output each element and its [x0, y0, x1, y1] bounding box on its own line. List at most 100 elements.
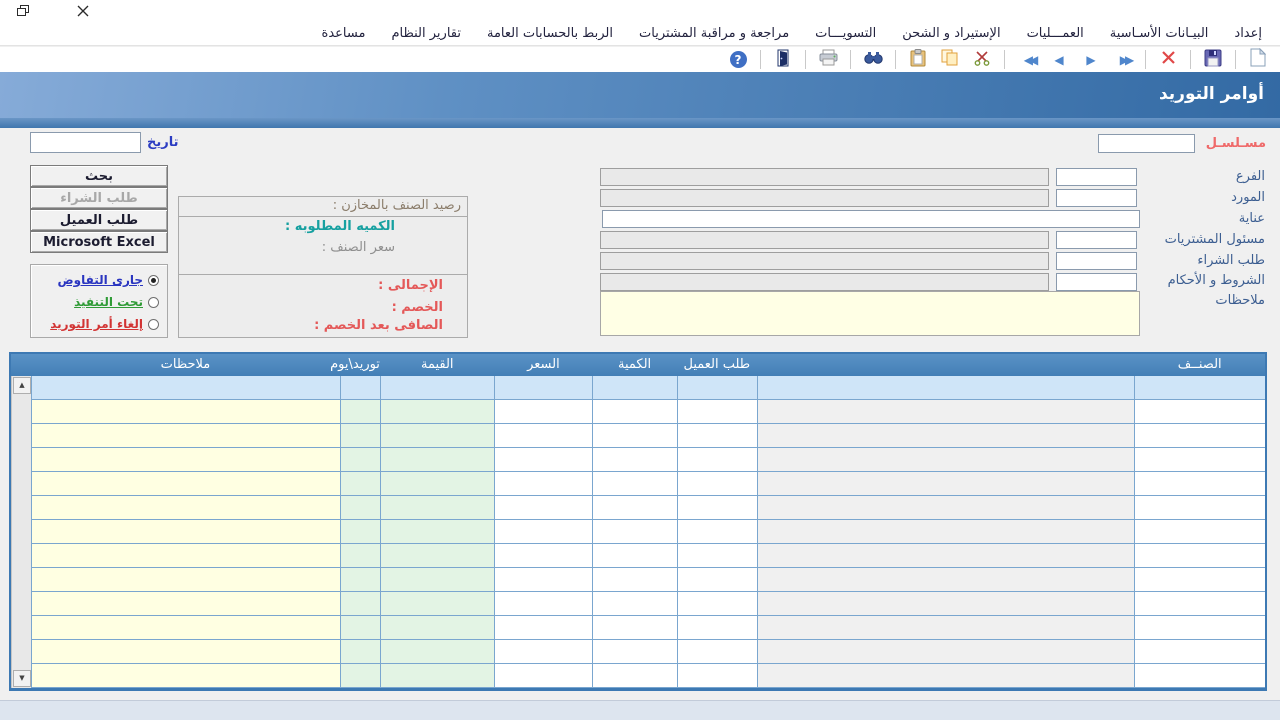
grid-cell-creq[interactable]: [677, 400, 757, 424]
menu-item-system-reports[interactable]: تقارير النظام: [391, 26, 461, 41]
grid-cell-qty[interactable]: [592, 496, 677, 520]
grid-row[interactable]: [31, 544, 1265, 568]
column-header-item[interactable]: الصنــف: [1134, 354, 1265, 376]
column-header-price[interactable]: السعر: [495, 354, 593, 376]
grid-cell-desc[interactable]: [757, 376, 1135, 400]
grid-cell-creq[interactable]: [677, 592, 757, 616]
grid-cell-price[interactable]: [494, 544, 592, 568]
grid-cell-price[interactable]: [494, 496, 592, 520]
grid-cell-supply[interactable]: [340, 592, 380, 616]
grid-cell-desc[interactable]: [757, 472, 1135, 496]
grid-cell-value[interactable]: [380, 400, 495, 424]
grid-row[interactable]: [31, 568, 1265, 592]
grid-cell-supply[interactable]: [340, 424, 380, 448]
grid-cell-item[interactable]: [1134, 568, 1265, 592]
grid-cell-creq[interactable]: [677, 640, 757, 664]
grid-cell-value[interactable]: [380, 520, 495, 544]
column-header-notes[interactable]: ملاحظات: [31, 354, 340, 376]
grid-row[interactable]: [31, 520, 1265, 544]
grid-cell-desc[interactable]: [757, 592, 1135, 616]
grid-row[interactable]: [31, 448, 1265, 472]
grid-cell-value[interactable]: [380, 424, 495, 448]
status-option-cancel-order[interactable]: إلغاء أمر التوريد: [50, 317, 159, 331]
grid-cell-qty[interactable]: [592, 544, 677, 568]
grid-row[interactable]: [31, 400, 1265, 424]
grid-cell-price[interactable]: [494, 424, 592, 448]
new-button[interactable]: [1244, 48, 1272, 71]
grid-cell-creq[interactable]: [677, 448, 757, 472]
grid-cell-supply[interactable]: [340, 472, 380, 496]
grid-cell-item[interactable]: [1134, 496, 1265, 520]
grid-cell-price[interactable]: [494, 400, 592, 424]
grid-cell-notes[interactable]: [31, 424, 340, 448]
grid-cell-qty[interactable]: [592, 448, 677, 472]
notes-textarea[interactable]: [600, 291, 1140, 336]
grid-row[interactable]: [31, 664, 1265, 688]
grid-cell-desc[interactable]: [757, 424, 1135, 448]
copy-button[interactable]: [936, 48, 964, 71]
paste-button[interactable]: [904, 48, 932, 71]
grid-cell-value[interactable]: [380, 376, 495, 400]
grid-cell-creq[interactable]: [677, 568, 757, 592]
grid-cell-notes[interactable]: [31, 520, 340, 544]
column-header-value[interactable]: القيمة: [380, 354, 495, 376]
menu-item-basic-data[interactable]: البيـانات الأسـاسية: [1110, 26, 1209, 41]
grid-cell-qty[interactable]: [592, 592, 677, 616]
menu-item-import-shipping[interactable]: الإستيراد و الشحن: [902, 26, 1000, 41]
radio-negotiating-icon[interactable]: [148, 275, 159, 286]
grid-cell-value[interactable]: [380, 496, 495, 520]
grid-cell-qty[interactable]: [592, 664, 677, 688]
grid-cell-notes[interactable]: [31, 376, 340, 400]
status-option-in-progress[interactable]: تحت التنفيذ: [74, 295, 159, 309]
grid-cell-supply[interactable]: [340, 496, 380, 520]
menu-item-settlements[interactable]: التسويـــات: [815, 26, 876, 41]
excel-export-button[interactable]: Microsoft Excel: [30, 231, 168, 253]
restore-button[interactable]: [14, 3, 32, 19]
grid-cell-notes[interactable]: [31, 400, 340, 424]
grid-cell-qty[interactable]: [592, 376, 677, 400]
grid-cell-desc[interactable]: [757, 544, 1135, 568]
grid-row[interactable]: [31, 616, 1265, 640]
grid-cell-supply[interactable]: [340, 376, 380, 400]
terms-code-input[interactable]: [1056, 273, 1137, 291]
grid-cell-value[interactable]: [380, 472, 495, 496]
scroll-up-button[interactable]: ▲: [13, 377, 31, 394]
grid-cell-price[interactable]: [494, 448, 592, 472]
grid-cell-creq[interactable]: [677, 664, 757, 688]
nav-previous-button[interactable]: ◀: [1045, 48, 1073, 71]
menu-item-help[interactable]: مساعدة: [322, 26, 366, 41]
exit-button[interactable]: [769, 48, 797, 71]
grid-cell-desc[interactable]: [757, 664, 1135, 688]
nav-next-button[interactable]: ▶: [1077, 48, 1105, 71]
scroll-down-button[interactable]: ▼: [13, 670, 31, 687]
grid-cell-supply[interactable]: [340, 640, 380, 664]
grid-cell-value[interactable]: [380, 448, 495, 472]
purchasing-officer-code-input[interactable]: [1056, 231, 1137, 249]
grid-row[interactable]: [31, 376, 1265, 400]
close-button[interactable]: [74, 3, 92, 19]
grid-cell-notes[interactable]: [31, 640, 340, 664]
grid-row[interactable]: [31, 592, 1265, 616]
radio-cancel-order-icon[interactable]: [148, 319, 159, 330]
find-button[interactable]: [859, 48, 887, 71]
date-input[interactable]: [30, 132, 141, 153]
grid-cell-qty[interactable]: [592, 520, 677, 544]
grid-cell-qty[interactable]: [592, 616, 677, 640]
grid-cell-price[interactable]: [494, 568, 592, 592]
grid-cell-notes[interactable]: [31, 664, 340, 688]
grid-cell-price[interactable]: [494, 616, 592, 640]
menu-item-purchases-review[interactable]: مراجعة و مراقبة المشتريات: [639, 26, 789, 41]
grid-cell-supply[interactable]: [340, 616, 380, 640]
grid-cell-creq[interactable]: [677, 424, 757, 448]
supplier-code-input[interactable]: [1056, 189, 1137, 207]
column-header-supply-per-day[interactable]: توريد\يوم: [340, 354, 380, 376]
grid-cell-creq[interactable]: [677, 544, 757, 568]
column-header-quantity[interactable]: الكمية: [592, 354, 677, 376]
grid-cell-value[interactable]: [380, 544, 495, 568]
grid-cell-item[interactable]: [1134, 520, 1265, 544]
nav-last-button[interactable]: ▶▶: [1109, 48, 1137, 71]
grid-cell-value[interactable]: [380, 568, 495, 592]
grid-cell-qty[interactable]: [592, 472, 677, 496]
grid-cell-creq[interactable]: [677, 472, 757, 496]
customer-request-button[interactable]: طلب العميل: [30, 209, 168, 231]
